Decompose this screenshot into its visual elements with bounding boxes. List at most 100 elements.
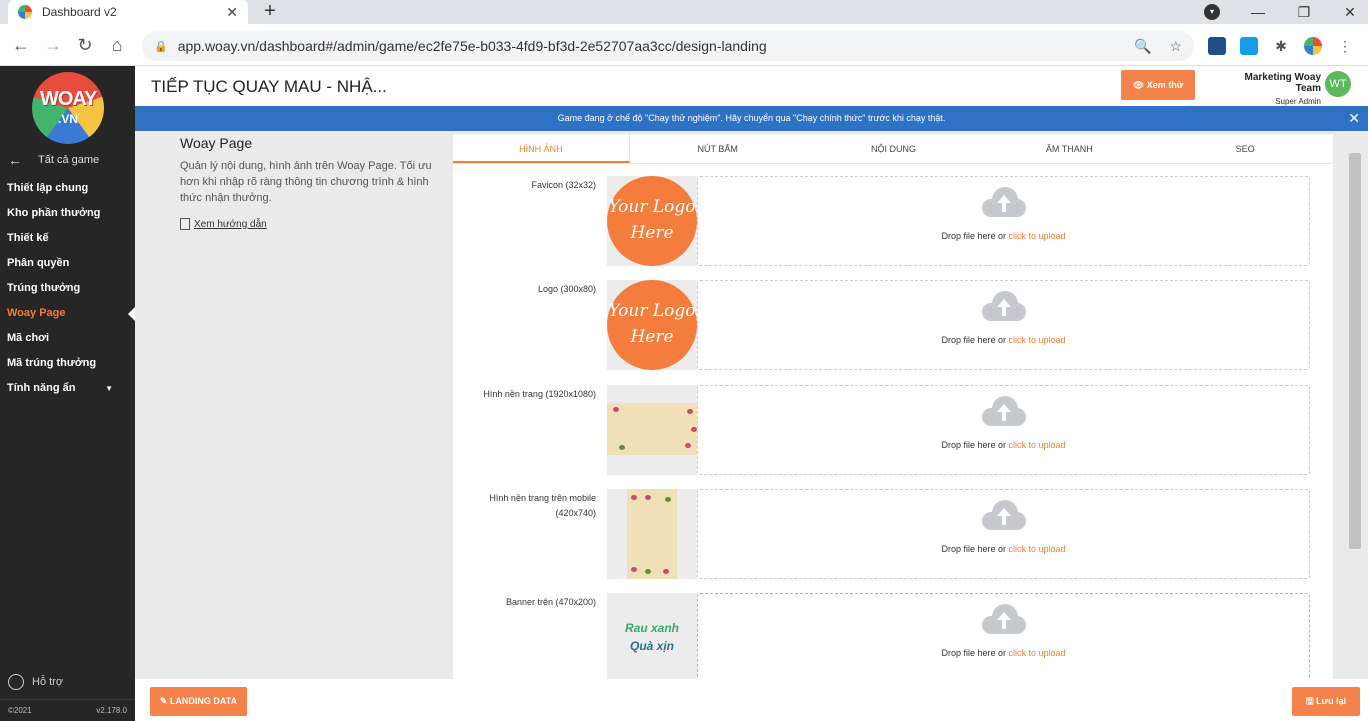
click-to-upload-link[interactable]: click to upload <box>1008 335 1065 345</box>
section-info: Woay Page Quản lý nội dung, hình ảnh trê… <box>180 135 440 230</box>
notice-text: Game đang ở chế độ "Chạy thử nghiệm". Hã… <box>557 113 946 123</box>
user-role: Super Admin <box>1275 97 1321 106</box>
sidebar-menu: Thiết lập chung Kho phần thưởng Thiết kế… <box>0 176 135 401</box>
upload-dropzone[interactable]: Drop file here or click to upload <box>697 489 1310 579</box>
scrollbar[interactable] <box>1349 153 1361 549</box>
profile-avatar-icon[interactable] <box>1304 37 1322 55</box>
back-arrow-icon[interactable]: ← <box>10 34 32 56</box>
banner-preview: Rau xanh Quà xịn <box>607 593 697 679</box>
cloud-upload-icon <box>982 291 1026 321</box>
water-drop-extension-icon[interactable] <box>1240 37 1258 55</box>
page-header: TIẾP TỤC QUAY MAU - NHẬ... 👁 Xem thử Mar… <box>135 66 1368 106</box>
sidebar-item-winners[interactable]: Trúng thưởng <box>0 276 135 301</box>
sidebar-item-play-codes[interactable]: Mã chơi <box>0 326 135 351</box>
url-text: app.woay.vn/dashboard#/admin/game/ec2fe7… <box>177 38 767 54</box>
dropzone-text: Drop file here or click to upload <box>941 648 1066 658</box>
logo-preview: Your Logo Here <box>607 280 697 370</box>
tab-buttons[interactable]: NÚT BẤM <box>630 134 806 163</box>
sidebar-item-design[interactable]: Thiết kế <box>0 226 135 251</box>
dropzone-text: Drop file here or click to upload <box>941 544 1066 554</box>
tab-images[interactable]: HÌNH ẢNH <box>453 134 630 163</box>
browser-tab-title: Dashboard v2 <box>42 5 117 19</box>
click-to-upload-link[interactable]: click to upload <box>1008 440 1065 450</box>
sidebar-footer: ©2021 v2.178.0 <box>0 699 135 721</box>
user-name: Marketing Woay Team <box>1244 72 1322 94</box>
avatar[interactable]: WT <box>1325 71 1351 97</box>
reload-icon[interactable]: ↻ <box>74 34 96 56</box>
sidebar-item-general-settings[interactable]: Thiết lập chung <box>0 176 135 201</box>
upload-dropzone[interactable]: Drop file here or click to upload <box>697 176 1310 266</box>
sidebar-item-permissions[interactable]: Phân quyền <box>0 251 135 276</box>
book-icon <box>180 218 190 230</box>
logo-placeholder-image: Your Logo Here <box>607 176 697 266</box>
test-mode-notice: Game đang ở chế độ "Chạy thử nghiệm". Hã… <box>135 106 1368 131</box>
profile-menu-icon[interactable]: ▾ <box>1204 4 1220 20</box>
upload-label: Banner trên (470x200) <box>505 597 596 607</box>
tab-seo[interactable]: SEO <box>1157 134 1333 163</box>
extension-icon[interactable] <box>1208 37 1226 55</box>
upload-label: Hình nền trang trên mobile (420x740) <box>489 493 596 518</box>
dropzone-text: Drop file here or click to upload <box>941 231 1066 241</box>
sidebar-item-label: Tính năng ẩn <box>7 382 76 394</box>
home-icon[interactable]: ⌂ <box>106 34 128 56</box>
window-controls: ▾ — ❐ ✕ <box>1204 0 1358 24</box>
lock-icon: 🔒 <box>154 40 168 53</box>
upload-dropzone[interactable]: Drop file here or click to upload <box>697 280 1310 370</box>
mobile-background-image <box>627 489 677 579</box>
sidebar-item-woay-page[interactable]: Woay Page <box>0 301 135 326</box>
close-notice-icon[interactable]: ✕ <box>1348 106 1360 131</box>
upload-label: Hình nền trang (1920x1080) <box>483 389 596 399</box>
all-games-label: Tất cả game <box>38 154 100 166</box>
click-to-upload-link[interactable]: click to upload <box>1008 648 1065 658</box>
all-games-link[interactable]: ← Tất cả game <box>8 152 99 168</box>
background-image <box>607 403 697 455</box>
cloud-upload-icon <box>982 187 1026 217</box>
copyright: ©2021 <box>8 706 32 715</box>
guide-link[interactable]: Xem hướng dẫn <box>180 218 440 230</box>
upload-row-favicon: Favicon (32x32) Your Logo Here Drop file… <box>453 176 1333 266</box>
support-link[interactable]: Hỗ trợ <box>8 674 63 690</box>
sidebar-item-hidden-features[interactable]: Tính năng ẩn ▼ <box>0 376 135 401</box>
bookmark-star-icon[interactable]: ☆ <box>1169 38 1182 55</box>
user-info[interactable]: Marketing Woay Team Super Admin <box>1221 72 1322 106</box>
minimize-icon[interactable]: — <box>1250 4 1266 20</box>
click-to-upload-link[interactable]: click to upload <box>1008 231 1065 241</box>
click-to-upload-link[interactable]: click to upload <box>1008 544 1065 554</box>
browser-tab[interactable]: Dashboard v2 ✕ <box>8 0 248 24</box>
sidebar-item-winning-codes[interactable]: Mã trúng thưởng <box>0 351 135 376</box>
cloud-upload-icon <box>982 500 1026 530</box>
url-field[interactable]: 🔒 app.woay.vn/dashboard#/admin/game/ec2f… <box>142 31 1194 61</box>
landing-data-button[interactable]: ✎ LANDING DATA <box>150 687 247 716</box>
preview-button[interactable]: 👁 Xem thử <box>1121 70 1195 100</box>
logo-placeholder-image: Your Logo Here <box>607 280 697 370</box>
page-title: TIẾP TỤC QUAY MAU - NHẬ... <box>151 77 387 96</box>
upload-dropzone[interactable]: Drop file here or click to upload <box>697 385 1310 475</box>
favicon-preview: Your Logo Here <box>607 176 697 266</box>
forward-arrow-icon[interactable]: → <box>42 34 64 56</box>
section-title: Woay Page <box>180 135 253 151</box>
restore-icon[interactable]: ❐ <box>1296 4 1312 21</box>
browser-tab-bar: Dashboard v2 ✕ + ▾ — ❐ ✕ <box>0 0 1368 24</box>
zoom-icon[interactable]: 🔍 <box>1134 38 1151 55</box>
save-button[interactable]: 🖫 Lưu lại <box>1292 687 1360 716</box>
upload-row-logo: Logo (300x80) Your Logo Here Drop file h… <box>453 280 1333 370</box>
upload-dropzone[interactable]: Drop file here or click to upload <box>697 593 1310 679</box>
browser-menu-icon[interactable]: ⋮ <box>1336 37 1354 55</box>
tab-bar: HÌNH ẢNH NÚT BẤM NỘI DUNG ÂM THANH SEO <box>453 134 1333 164</box>
page-footer: ✎ LANDING DATA 🖫 Lưu lại <box>135 679 1368 721</box>
tab-audio[interactable]: ÂM THANH <box>981 134 1157 163</box>
close-tab-icon[interactable]: ✕ <box>226 4 238 21</box>
sidebar: WOAY .VN ← Tất cả game Thiết lập chung K… <box>0 66 135 721</box>
banner-image: Rau xanh Quà xịn <box>624 621 679 653</box>
compass-icon <box>8 674 24 690</box>
puzzle-extensions-icon[interactable]: ✱ <box>1272 37 1290 55</box>
new-tab-button[interactable]: + <box>258 0 282 24</box>
back-arrow-icon: ← <box>8 152 22 168</box>
close-window-icon[interactable]: ✕ <box>1342 4 1358 21</box>
sidebar-item-rewards[interactable]: Kho phần thưởng <box>0 201 135 226</box>
app-version: v2.178.0 <box>96 706 127 715</box>
section-description: Quản lý nội dung, hình ảnh trên Woay Pag… <box>180 160 432 204</box>
woay-favicon-icon <box>18 5 32 19</box>
tab-content[interactable]: NỘI DUNG <box>806 134 982 163</box>
woay-logo[interactable]: WOAY .VN <box>32 72 104 144</box>
